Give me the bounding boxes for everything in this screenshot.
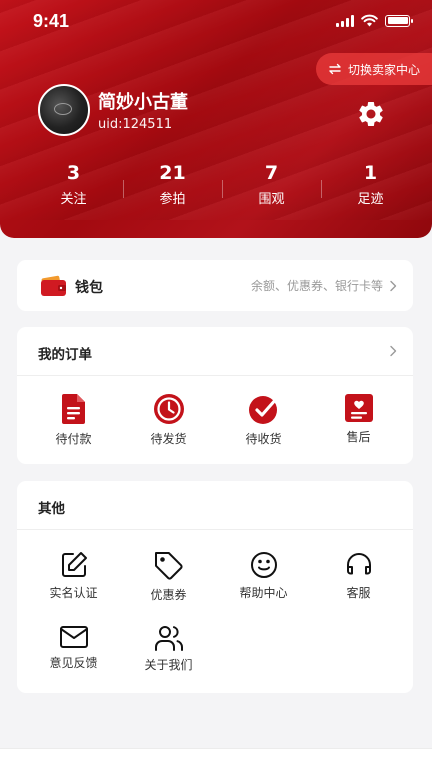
user-uid: uid:124511 — [98, 117, 173, 132]
stat-value: 1 — [363, 162, 378, 184]
clock-icon — [153, 394, 184, 424]
divider — [17, 375, 413, 376]
stat-value: 7 — [264, 162, 279, 184]
divider — [17, 529, 413, 530]
status-bar: 9:41 — [0, 0, 432, 44]
stat-value: 3 — [66, 162, 81, 184]
switch-seller-center-button[interactable]: 切换卖家中心 — [316, 53, 432, 85]
order-after-sales[interactable]: 售后 — [311, 393, 406, 447]
stat-label: 围观 — [258, 192, 285, 207]
orders-card: 我的订单 待付款 待发货 待收货 售后 — [17, 327, 413, 464]
edit-icon — [61, 552, 87, 577]
others-label: 客服 — [346, 586, 371, 600]
order-pending-receipt[interactable]: 待收货 — [216, 393, 311, 447]
order-pending-shipment[interactable]: 待发货 — [121, 393, 216, 447]
wallet-icon — [41, 275, 66, 296]
stat-footprints[interactable]: 1 足迹 — [321, 162, 420, 214]
about-us[interactable]: 关于我们 — [121, 625, 216, 673]
help-center[interactable]: 帮助中心 — [216, 551, 311, 603]
smile-icon — [250, 552, 277, 578]
stat-label: 足迹 — [357, 192, 384, 207]
stats-row: 3 关注 21 参拍 7 围观 1 足迹 — [24, 162, 420, 214]
check-circle-icon — [248, 396, 279, 424]
order-label: 待发货 — [150, 432, 187, 446]
stat-label: 参拍 — [159, 192, 186, 207]
coupons[interactable]: 优惠券 — [121, 551, 216, 603]
customer-service[interactable]: 客服 — [311, 551, 406, 603]
order-label: 待收货 — [245, 432, 282, 446]
order-label: 售后 — [346, 430, 371, 444]
stat-watching[interactable]: 7 围观 — [222, 162, 321, 214]
orders-grid: 待付款 待发货 待收货 售后 — [17, 393, 413, 447]
username: 简妙小古董 — [98, 92, 188, 113]
others-label: 帮助中心 — [239, 586, 288, 600]
signal-icon — [336, 14, 354, 27]
mail-icon — [59, 626, 88, 648]
stat-value: 21 — [159, 162, 186, 184]
stat-following[interactable]: 3 关注 — [24, 162, 123, 214]
status-time: 9:41 — [33, 11, 70, 31]
profile-header: 9:41 切换卖家中心 简妙小古董 uid:124511 3 关注 21 参拍 … — [0, 0, 432, 238]
others-title: 其他 — [38, 501, 65, 517]
heart-card-icon — [344, 394, 373, 422]
status-icons — [336, 14, 413, 27]
real-name-verification[interactable]: 实名认证 — [26, 551, 121, 603]
avatar[interactable] — [38, 84, 90, 136]
others-label: 优惠券 — [150, 588, 187, 602]
others-grid-row-2: 意见反馈 关于我们 — [17, 625, 413, 673]
wifi-icon — [361, 14, 378, 27]
others-card: 其他 实名认证 优惠券 帮助中心 客服 意见反馈 关于我们 — [17, 481, 413, 693]
chevron-right-icon[interactable] — [387, 345, 399, 357]
wallet-hint: 余额、优惠券、银行卡等 — [250, 279, 383, 293]
users-icon — [154, 626, 183, 651]
others-label: 关于我们 — [144, 658, 193, 672]
orders-title: 我的订单 — [38, 347, 92, 363]
others-label: 意见反馈 — [49, 656, 98, 670]
stat-bids[interactable]: 21 参拍 — [123, 162, 222, 214]
switch-seller-center-label: 切换卖家中心 — [348, 62, 421, 77]
chevron-right-icon — [390, 280, 397, 292]
tag-icon — [154, 552, 183, 580]
gear-icon[interactable] — [356, 99, 386, 129]
headphones-icon — [346, 553, 371, 575]
wallet-title: 钱包 — [75, 280, 103, 296]
wallet-card[interactable]: 钱包 余额、优惠券、银行卡等 — [17, 260, 413, 311]
others-label: 实名认证 — [49, 586, 98, 600]
feedback[interactable]: 意见反馈 — [26, 625, 121, 673]
document-icon — [61, 394, 85, 424]
order-pending-payment[interactable]: 待付款 — [26, 393, 121, 447]
bottom-tab-bar — [0, 748, 432, 768]
stat-label: 关注 — [60, 192, 87, 207]
others-grid-row-1: 实名认证 优惠券 帮助中心 客服 — [17, 551, 413, 603]
order-label: 待付款 — [55, 432, 92, 446]
swap-icon — [329, 63, 341, 75]
battery-icon — [385, 14, 413, 27]
